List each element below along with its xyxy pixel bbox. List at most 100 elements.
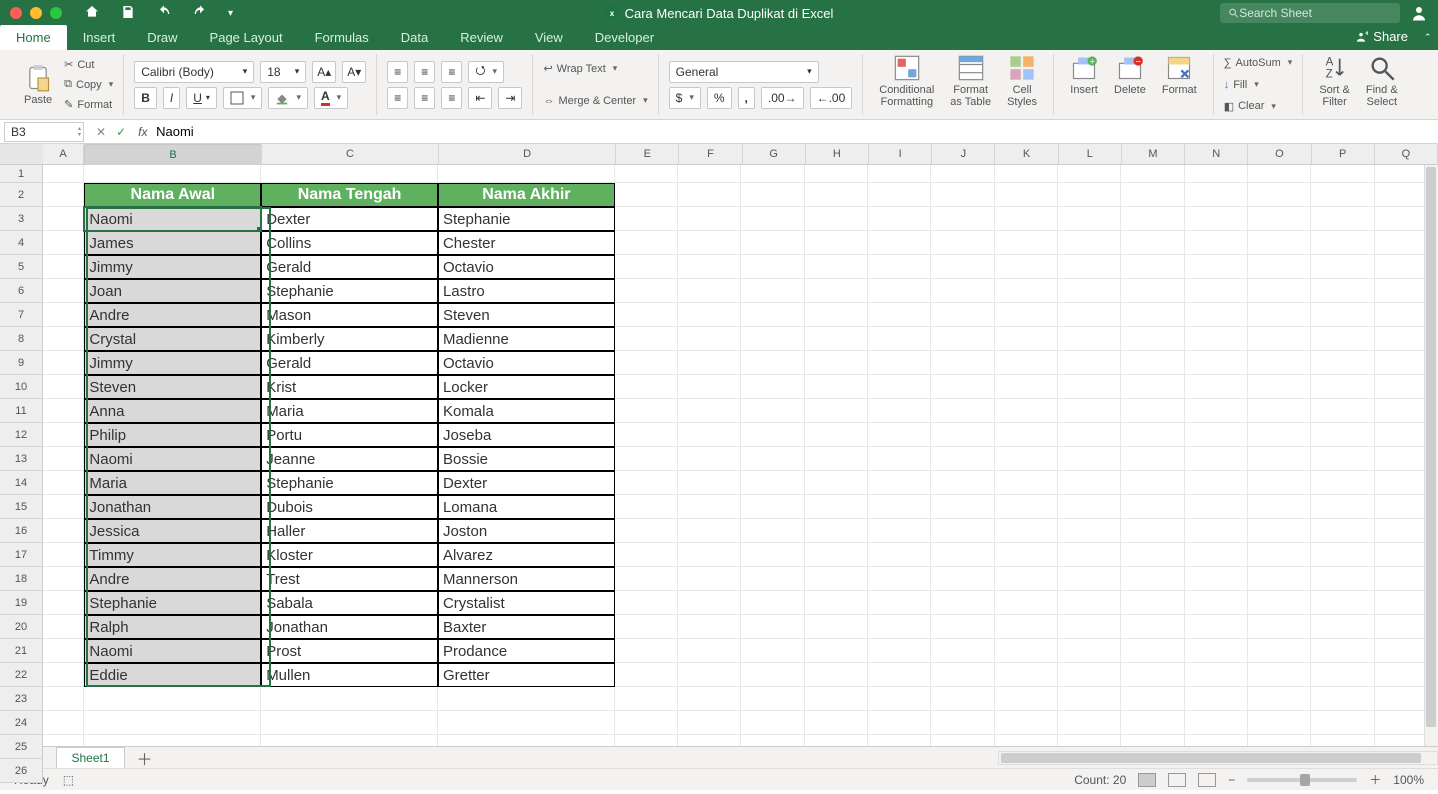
cell-N3[interactable] [1185, 207, 1248, 231]
cell-P10[interactable] [1311, 375, 1374, 399]
search-sheet-input[interactable] [1239, 6, 1392, 20]
cell-O5[interactable] [1248, 255, 1311, 279]
borders-button[interactable] [223, 87, 263, 109]
autosum-button[interactable]: ∑AutoSum [1224, 54, 1293, 72]
cell-G8[interactable] [741, 327, 804, 351]
cell-H4[interactable] [805, 231, 868, 255]
cell-L11[interactable] [1058, 399, 1121, 423]
cell-J20[interactable] [931, 615, 994, 639]
cell-N1[interactable] [1185, 165, 1248, 183]
paste-button[interactable]: Paste [18, 64, 58, 106]
cell-O9[interactable] [1248, 351, 1311, 375]
cell-H17[interactable] [805, 543, 868, 567]
cell-O11[interactable] [1248, 399, 1311, 423]
cell-B9[interactable]: Jimmy [84, 351, 261, 375]
row-header-10[interactable]: 10 [0, 375, 42, 399]
cell-I18[interactable] [868, 567, 931, 591]
name-box[interactable]: B3 ▴▾ [4, 122, 84, 142]
cell-F4[interactable] [678, 231, 741, 255]
clear-button[interactable]: ◧Clear [1224, 97, 1293, 115]
font-color-button[interactable]: A [314, 87, 348, 109]
cell-D19[interactable]: Crystalist [438, 591, 615, 615]
cell-P8[interactable] [1311, 327, 1374, 351]
cell-D5[interactable]: Octavio [438, 255, 615, 279]
cell-A9[interactable] [43, 351, 84, 375]
qat-more-icon[interactable]: ▾ [228, 8, 233, 19]
row-header-13[interactable]: 13 [0, 447, 42, 471]
cell-J2[interactable] [931, 183, 994, 207]
cell-H20[interactable] [805, 615, 868, 639]
cell-O1[interactable] [1248, 165, 1311, 183]
cell-P4[interactable] [1311, 231, 1374, 255]
cell-L19[interactable] [1058, 591, 1121, 615]
col-header-B[interactable]: B [84, 144, 262, 166]
row-header-9[interactable]: 9 [0, 351, 42, 375]
cell-J14[interactable] [931, 471, 994, 495]
cell-P23[interactable] [1311, 687, 1374, 711]
cell-H16[interactable] [805, 519, 868, 543]
cell-K16[interactable] [995, 519, 1058, 543]
cell-J11[interactable] [931, 399, 994, 423]
cell-G19[interactable] [741, 591, 804, 615]
col-header-M[interactable]: M [1122, 144, 1185, 164]
cell-A21[interactable] [43, 639, 84, 663]
cell-H15[interactable] [805, 495, 868, 519]
cell-J8[interactable] [931, 327, 994, 351]
cell-N23[interactable] [1185, 687, 1248, 711]
cell-F6[interactable] [678, 279, 741, 303]
cell-E6[interactable] [615, 279, 678, 303]
cell-J17[interactable] [931, 543, 994, 567]
zoom-out-button[interactable]: − [1228, 773, 1235, 787]
cell-O22[interactable] [1248, 663, 1311, 687]
cell-P17[interactable] [1311, 543, 1374, 567]
cell-F10[interactable] [678, 375, 741, 399]
autosave-icon[interactable] [84, 4, 100, 23]
cell-G13[interactable] [741, 447, 804, 471]
cell-A23[interactable] [43, 687, 84, 711]
cell-P12[interactable] [1311, 423, 1374, 447]
col-header-P[interactable]: P [1312, 144, 1375, 164]
cell-A3[interactable] [43, 207, 84, 231]
cell-E7[interactable] [615, 303, 678, 327]
cell-K3[interactable] [995, 207, 1058, 231]
cell-B3[interactable]: Naomi [84, 207, 261, 231]
cell-D24[interactable] [438, 711, 615, 735]
cell-I24[interactable] [868, 711, 931, 735]
cell-L17[interactable] [1058, 543, 1121, 567]
cell-A16[interactable] [43, 519, 84, 543]
cell-A8[interactable] [43, 327, 84, 351]
col-header-Q[interactable]: Q [1375, 144, 1438, 164]
cell-M11[interactable] [1121, 399, 1184, 423]
cell-K9[interactable] [995, 351, 1058, 375]
cell-O21[interactable] [1248, 639, 1311, 663]
cell-P3[interactable] [1311, 207, 1374, 231]
cell-N11[interactable] [1185, 399, 1248, 423]
cell-K25[interactable] [995, 735, 1058, 746]
cell-N7[interactable] [1185, 303, 1248, 327]
cell-L18[interactable] [1058, 567, 1121, 591]
cell-B12[interactable]: Philip [84, 423, 261, 447]
cell-I25[interactable] [868, 735, 931, 746]
cell-M20[interactable] [1121, 615, 1184, 639]
cell-P2[interactable] [1311, 183, 1374, 207]
row-header-4[interactable]: 4 [0, 231, 42, 255]
cell-E12[interactable] [615, 423, 678, 447]
cell-K23[interactable] [995, 687, 1058, 711]
cell-J7[interactable] [931, 303, 994, 327]
cell-J18[interactable] [931, 567, 994, 591]
cell-C6[interactable]: Stephanie [261, 279, 438, 303]
cell-M5[interactable] [1121, 255, 1184, 279]
cut-button[interactable]: ✂Cut [64, 56, 113, 74]
row-header-8[interactable]: 8 [0, 327, 42, 351]
cell-P22[interactable] [1311, 663, 1374, 687]
cell-L8[interactable] [1058, 327, 1121, 351]
row-header-5[interactable]: 5 [0, 255, 42, 279]
cell-E14[interactable] [615, 471, 678, 495]
row-header-24[interactable]: 24 [0, 711, 42, 735]
row-header-15[interactable]: 15 [0, 495, 42, 519]
cell-G12[interactable] [741, 423, 804, 447]
row-header-3[interactable]: 3 [0, 207, 42, 231]
col-header-O[interactable]: O [1248, 144, 1311, 164]
cell-P20[interactable] [1311, 615, 1374, 639]
tab-formulas[interactable]: Formulas [299, 25, 385, 50]
